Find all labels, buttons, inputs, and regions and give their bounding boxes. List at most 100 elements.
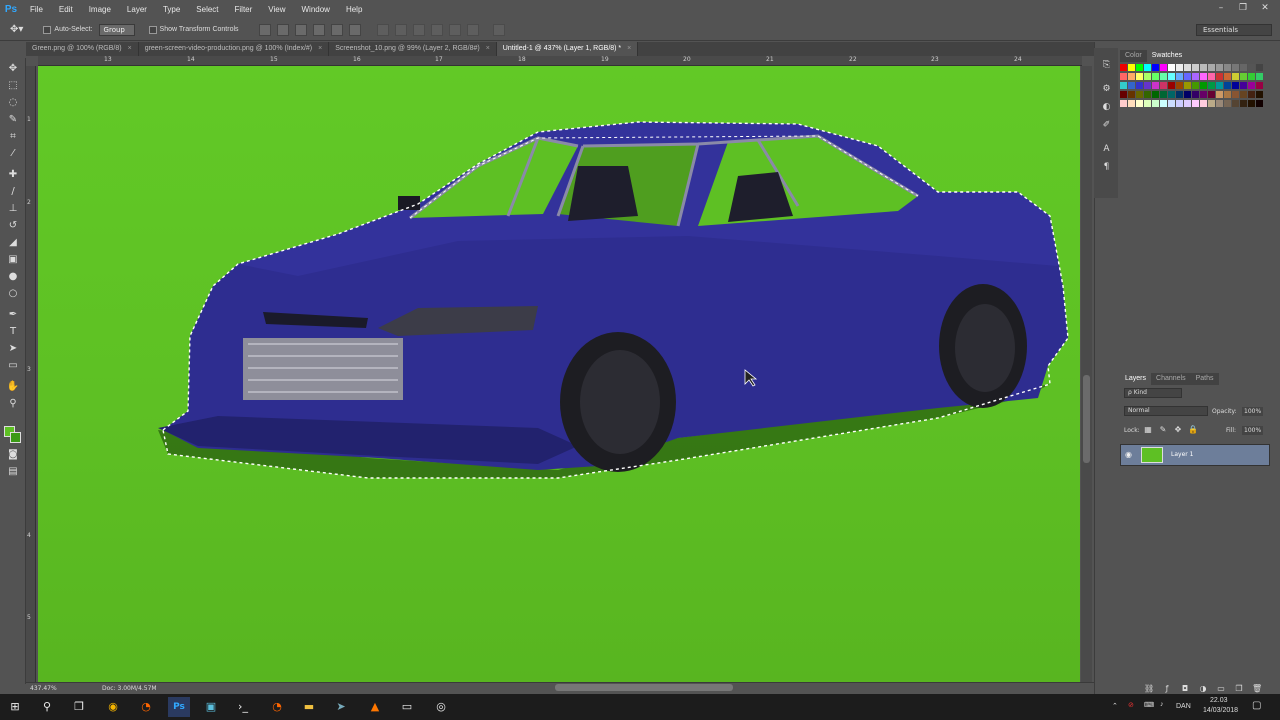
color-swatch[interactable] <box>1192 100 1199 107</box>
color-swatch[interactable] <box>1248 100 1255 107</box>
dodge-tool-icon[interactable]: ○ <box>6 287 20 301</box>
quick-select-tool-icon[interactable]: ✎ <box>6 113 20 127</box>
lock-position-icon[interactable]: ✥ <box>1173 425 1183 435</box>
quick-mask-icon[interactable]: ◙ <box>6 448 20 462</box>
properties-panel-icon[interactable]: ⚙ <box>1100 84 1113 97</box>
chrome-icon[interactable]: ◉ <box>102 697 124 717</box>
tab-close-icon[interactable]: × <box>627 45 631 52</box>
color-swatch[interactable] <box>1256 73 1263 80</box>
align-right-button[interactable] <box>348 23 361 36</box>
color-swatch[interactable] <box>1120 100 1127 107</box>
color-swatch[interactable] <box>1200 91 1207 98</box>
vertical-scrollbar[interactable] <box>1081 66 1092 682</box>
color-swatch[interactable] <box>1208 100 1215 107</box>
color-swatch[interactable] <box>1192 64 1199 71</box>
color-swatch[interactable] <box>1256 82 1263 89</box>
align-left-button[interactable] <box>312 23 325 36</box>
color-swatch[interactable] <box>1128 91 1135 98</box>
lock-transparency-icon[interactable]: ▦ <box>1143 425 1153 435</box>
color-swatch[interactable] <box>1152 73 1159 80</box>
color-swatch[interactable] <box>1200 73 1207 80</box>
tray-app-icon[interactable]: ⊘ <box>1128 701 1134 709</box>
color-swatch[interactable] <box>1120 73 1127 80</box>
background-color-swatch[interactable] <box>10 432 21 443</box>
paragraph-panel-icon[interactable]: ¶ <box>1100 162 1113 175</box>
color-swatch[interactable] <box>1152 100 1159 107</box>
zoom-tool-icon[interactable]: ⚲ <box>6 397 20 411</box>
distribute-vcenter-button[interactable] <box>394 23 407 36</box>
monitor-icon[interactable]: ▭ <box>396 697 418 717</box>
color-swatch[interactable] <box>1168 100 1175 107</box>
color-swatch[interactable] <box>1168 82 1175 89</box>
tray-chevron-icon[interactable]: ⌃ <box>1112 702 1118 710</box>
crop-tool-icon[interactable]: ⌗ <box>6 130 20 144</box>
tab-close-icon[interactable]: × <box>128 45 132 52</box>
color-swatch[interactable] <box>1248 91 1255 98</box>
color-swatch[interactable] <box>1136 64 1143 71</box>
close-button[interactable]: ✕ <box>1254 0 1276 16</box>
menu-window[interactable]: Window <box>294 5 338 14</box>
color-swatch[interactable] <box>1144 91 1151 98</box>
color-swatch[interactable] <box>1176 82 1183 89</box>
fill-value[interactable]: 100% <box>1242 426 1264 435</box>
adjustment-layer-icon[interactable]: ◑ <box>1198 684 1208 694</box>
color-swatch[interactable] <box>1224 91 1231 98</box>
color-swatch[interactable] <box>1208 82 1215 89</box>
tab-color[interactable]: Color <box>1120 50 1147 62</box>
swatches-grid[interactable] <box>1120 64 1270 134</box>
marquee-tool-icon[interactable]: ⬚ <box>6 79 20 93</box>
tab-layers[interactable]: Layers <box>1120 373 1152 385</box>
menu-image[interactable]: Image <box>81 5 119 14</box>
color-swatch[interactable] <box>1248 73 1255 80</box>
new-layer-icon[interactable]: ❐ <box>1234 684 1244 694</box>
color-swatch[interactable] <box>1200 82 1207 89</box>
layer-row[interactable]: ◉ Layer 1 <box>1120 444 1270 466</box>
distribute-left-button[interactable] <box>430 23 443 36</box>
new-group-icon[interactable]: ▭ <box>1216 684 1226 694</box>
color-swatch[interactable] <box>1168 64 1175 71</box>
color-swatch[interactable] <box>1224 64 1231 71</box>
color-swatch[interactable] <box>1216 64 1223 71</box>
healing-brush-icon[interactable]: ✚ <box>6 168 20 182</box>
distribute-bottom-button[interactable] <box>412 23 425 36</box>
color-swatch[interactable] <box>1128 100 1135 107</box>
color-swatch[interactable] <box>1168 73 1175 80</box>
doc-tab-screenshot[interactable]: Screenshot_10.png @ 99% (Layer 2, RGB/8#… <box>329 42 497 56</box>
color-swatch[interactable] <box>1144 64 1151 71</box>
color-swatch[interactable] <box>1240 73 1247 80</box>
color-swatch[interactable] <box>1128 64 1135 71</box>
color-swatch[interactable] <box>1184 100 1191 107</box>
menu-select[interactable]: Select <box>188 5 226 14</box>
character-panel-icon[interactable]: A <box>1100 144 1113 157</box>
color-swatch[interactable] <box>1240 100 1247 107</box>
windows-start-icon[interactable]: ⊞ <box>4 697 26 717</box>
menu-help[interactable]: Help <box>338 5 370 14</box>
color-swatch[interactable] <box>1168 91 1175 98</box>
color-swatch[interactable] <box>1144 82 1151 89</box>
doc-tab-untitled[interactable]: Untitled-1 @ 437% (Layer 1, RGB/8) * × <box>496 42 639 56</box>
color-swatch[interactable] <box>1232 91 1239 98</box>
color-swatch[interactable] <box>1160 82 1167 89</box>
shape-tool-icon[interactable]: ▭ <box>6 359 20 373</box>
color-swatch[interactable] <box>1208 91 1215 98</box>
type-tool-icon[interactable]: T <box>6 325 20 339</box>
color-swatch[interactable] <box>1216 100 1223 107</box>
doc-size[interactable]: Doc: 3.00M/4.57M <box>102 685 157 692</box>
auto-select-dropdown[interactable]: Group <box>98 23 135 36</box>
lock-paint-icon[interactable]: ✎ <box>1158 425 1168 435</box>
screen-mode-icon[interactable]: ▤ <box>6 465 20 479</box>
color-swatch[interactable] <box>1232 64 1239 71</box>
paint-icon[interactable]: ▣ <box>200 697 222 717</box>
color-swatch[interactable] <box>1136 91 1143 98</box>
distribute-hcenter-button[interactable] <box>448 23 461 36</box>
color-swatch[interactable] <box>1176 100 1183 107</box>
color-swatch[interactable] <box>1240 82 1247 89</box>
color-swatch[interactable] <box>1216 73 1223 80</box>
color-swatch[interactable] <box>1240 64 1247 71</box>
clone-stamp-icon[interactable]: ⊥ <box>6 202 20 216</box>
color-swatch[interactable] <box>1216 91 1223 98</box>
color-swatch[interactable] <box>1232 82 1239 89</box>
adjustments-panel-icon[interactable]: ◐ <box>1100 102 1113 115</box>
layer-filter-kind[interactable]: ρ Kind <box>1124 388 1182 398</box>
color-swatch[interactable] <box>1208 64 1215 71</box>
